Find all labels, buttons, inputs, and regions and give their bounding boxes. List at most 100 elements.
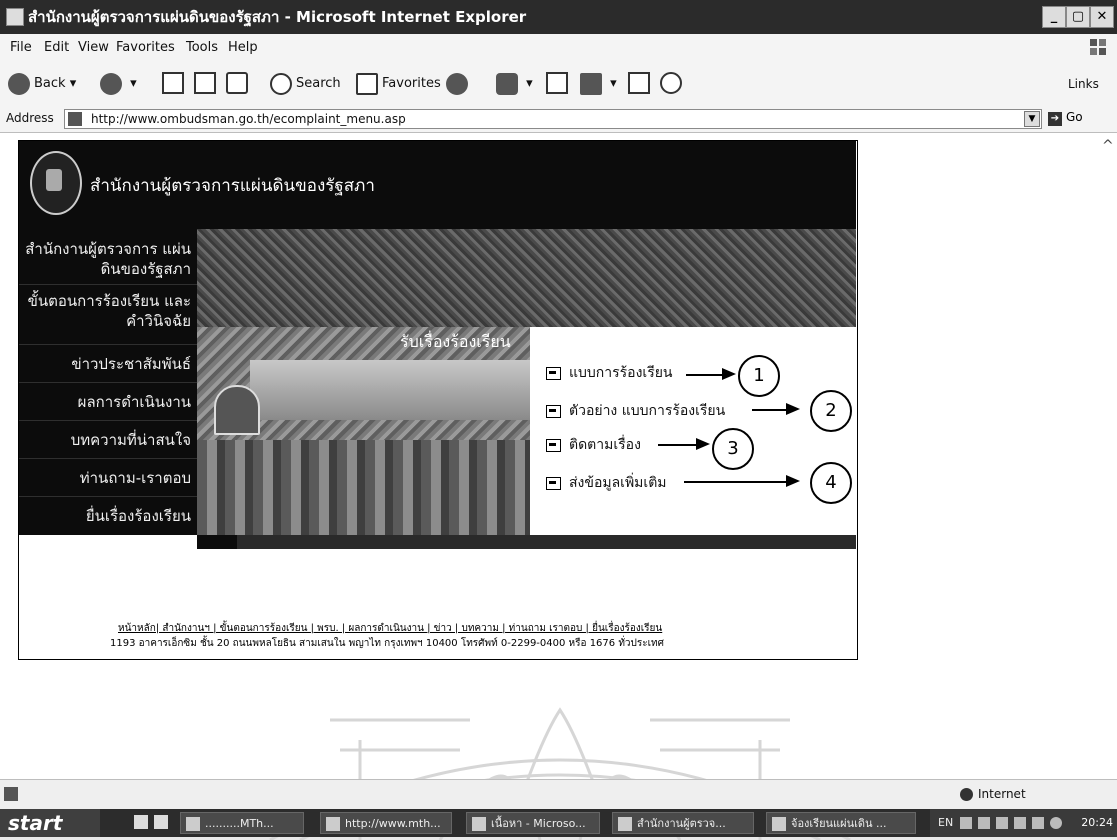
window-title: สำนักงานผู้ตรวจการแผ่นดินของรัฐสภา - Mic… [28,8,527,26]
menu-additional-info-link[interactable]: ส่งข้อมูลเพิ่มเติม [546,472,667,494]
nav-item-complaint-procedure[interactable]: ขั้นตอนการร้องเรียน และคำวินิจฉัย [19,287,197,345]
star-icon [356,72,378,95]
security-zone-label: Internet [978,787,1026,801]
form-icon [546,438,561,452]
menu-file[interactable]: File [10,40,32,55]
security-zone: Internet [960,787,1026,801]
menu-track-case-label: ติดตามเรื่อง [569,437,641,453]
arrow-line-3 [658,444,696,446]
taskbar-item-2[interactable]: http://www.mth... [320,812,452,834]
menu-favorites[interactable]: Favorites [116,40,175,55]
search-icon [270,72,292,95]
windows-flag-icon [1090,39,1106,55]
site-nav: สำนักงานผู้ตรวจการ แผ่นดินของรัฐสภา ขั้น… [19,229,197,535]
nav-item-faq[interactable]: ท่านถาม-เราตอบ [19,459,197,497]
menu-view[interactable]: View [78,40,109,55]
mail-button[interactable]: ▾ [496,70,533,98]
tray-icon-2[interactable] [978,817,990,829]
dome-image [214,385,260,435]
messenger-icon[interactable] [660,72,682,94]
links-button[interactable]: Links [1068,70,1099,98]
taskbar-item-3[interactable]: เนื้อหา - Microso... [466,812,600,834]
history-button[interactable] [446,70,472,98]
clock: 20:24 [1081,816,1113,829]
start-label: start [8,811,63,835]
forward-button[interactable]: ▾ [100,70,137,98]
go-arrow-icon: ➔ [1048,112,1062,126]
form-icon [546,476,561,490]
arrow-head-2 [786,403,800,415]
standard-toolbar: Back ▾ ▾ Search Favorites ▾ ▾ Links [0,62,1117,107]
footer-links[interactable]: หน้าหลัก| สำนักงานฯ | ขั้นตอนการร้องเรีย… [118,621,662,636]
page-icon [68,112,82,126]
menu-sample-form-link[interactable]: ตัวอย่าง แบบการร้องเรียน [546,400,725,422]
nav-item-office[interactable]: สำนักงานผู้ตรวจการ แผ่นดินของรัฐสภา [19,235,197,285]
tray-icon-1[interactable] [960,817,972,829]
tray-icon-4[interactable] [1014,817,1026,829]
stop-icon[interactable] [162,72,184,94]
address-url: http://www.ombudsman.go.th/ecomplaint_me… [91,112,406,126]
globe-icon [960,788,973,801]
discuss-icon[interactable] [628,72,650,94]
taskbar-item-4[interactable]: สำนักงานผู้ตรวจ... [612,812,754,834]
close-button[interactable]: ✕ [1090,6,1114,28]
favorites-label: Favorites [382,76,441,91]
nav-item-news[interactable]: ข่าวประชาสัมพันธ์ [19,345,197,383]
refresh-icon[interactable] [194,72,216,94]
menu-complaint-form-link[interactable]: แบบการร้องเรียน [546,362,673,384]
back-button[interactable]: Back ▾ [8,70,76,98]
address-bar: Address http://www.ombudsman.go.th/ecomp… [0,106,1117,133]
address-dropdown-icon[interactable]: ▼ [1024,111,1040,127]
forward-arrow-icon [100,72,122,95]
form-icon [546,366,561,380]
arrow-line-2 [752,409,786,411]
menu-track-case-link[interactable]: ติดตามเรื่อง [546,434,641,456]
quicklaunch-outlook-icon[interactable] [154,815,168,829]
site-title: สำนักงานผู้ตรวจการแผ่นดินของรัฐสภา [90,176,375,196]
edit-word-button[interactable]: ▾ [580,70,617,98]
search-button[interactable]: Search [270,70,341,98]
menu-help[interactable]: Help [228,40,258,55]
arrow-line-1 [686,374,722,376]
nav-item-submit-complaint[interactable]: ยื่นเรื่องร้องเรียน [19,497,197,535]
tray-icon-6[interactable] [1050,817,1062,829]
taskbar-item-1[interactable]: ..........MTh... [180,812,304,834]
ie-app-icon [6,8,24,26]
language-indicator[interactable]: EN [938,816,953,829]
menu-edit[interactable]: Edit [44,40,69,55]
back-label: Back [34,76,66,91]
address-input[interactable]: http://www.ombudsman.go.th/ecomplaint_me… [64,109,1042,129]
quicklaunch-ie-icon[interactable] [134,815,148,829]
menu-tools[interactable]: Tools [186,40,218,55]
back-arrow-icon [8,72,30,95]
go-button[interactable]: ➔ Go [1048,110,1112,128]
print-icon[interactable] [546,72,568,94]
favorites-button[interactable]: Favorites [356,70,441,98]
section-caption: รับเรื่องร้องเรียน [400,332,511,351]
menu-complaint-form-label: แบบการร้องเรียน [569,365,673,381]
status-bar: Internet [0,779,1117,810]
start-button[interactable]: start [0,809,100,837]
address-label: Address [6,111,54,125]
history-icon [446,72,468,95]
nav-item-performance[interactable]: ผลการดำเนินงาน [19,383,197,421]
maximize-button[interactable]: ▢ [1066,6,1090,28]
home-icon[interactable] [226,72,248,94]
callout-number-3: 3 [712,428,754,470]
callout-number-1: 1 [738,355,780,397]
footer-address: 1193 อาคารเอ็กซิม ชั้น 20 ถนนพหลโยธิน สา… [110,638,664,649]
scroll-up-icon[interactable]: ^ [1102,138,1114,154]
taskbar-item-5[interactable]: จ้องเรียนแผ่นเดิน ... [766,812,916,834]
taskbar: start ..........MTh... http://www.mth...… [0,809,1117,837]
complaint-menu-panel [530,327,856,535]
nav-item-articles[interactable]: บทความที่น่าสนใจ [19,421,197,459]
tray-icon-3[interactable] [996,817,1008,829]
word-icon [580,72,602,95]
go-label: Go [1066,110,1083,124]
relief-sculpture-image [197,440,530,535]
arrow-head-1 [722,368,736,380]
mail-icon [496,72,518,95]
minimize-button[interactable]: _ [1042,6,1066,28]
system-tray: EN 20:24 [930,809,1117,837]
tray-icon-5[interactable] [1032,817,1044,829]
